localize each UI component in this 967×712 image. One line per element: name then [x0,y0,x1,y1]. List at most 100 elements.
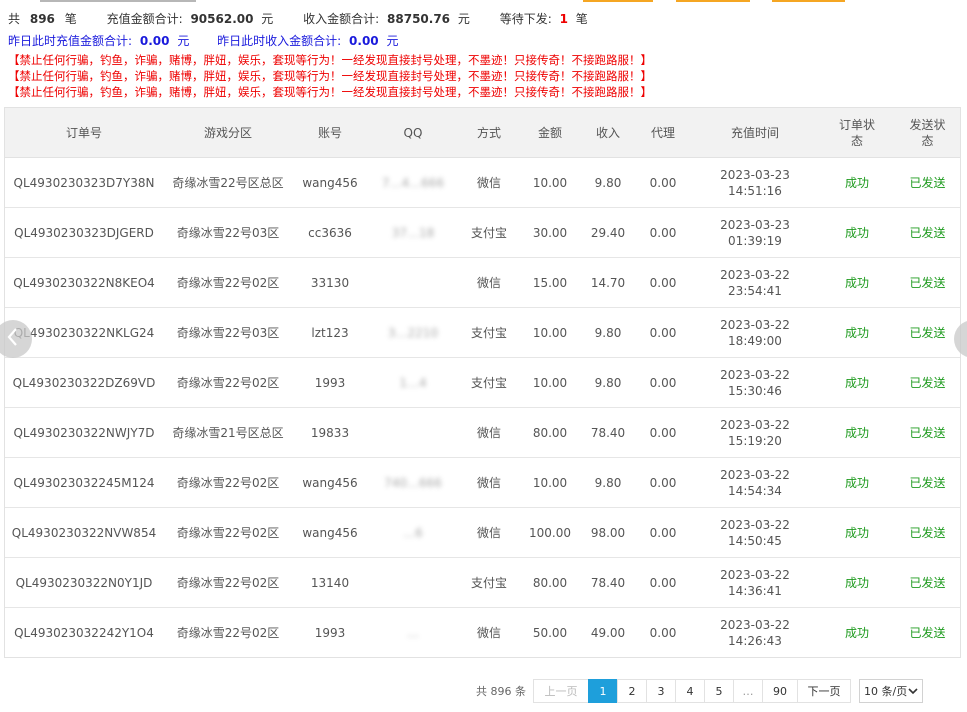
zone-text: 奇缘冰雪22号02区 [176,275,280,290]
send-status-cell: 已发送 [895,307,960,358]
account-text: 13140 [310,575,350,590]
order-status-text: 成功 [844,475,869,490]
income-cell: 49.00 [581,608,635,658]
zone-text: 奇缘冰雪21号区总区 [172,425,284,440]
payment-method-cell: 微信 [459,457,519,508]
yesterday-summary: 昨日此时充值金额合计: 0.00 元 昨日此时收入金额合计: 0.00 元 [8,32,398,49]
recharge-clock-time: 18:49:00 [728,333,782,348]
recharge-clock-time: 01:39:19 [728,233,782,248]
recharge-date: 2023-03-22 [720,417,790,432]
zone-cell: 奇缘冰雪22号02区 [163,608,293,658]
page-size-select[interactable]: 10 条/页 [859,679,923,703]
amount-cell: 100.00 [519,507,581,558]
order-status-cell: 成功 [819,457,895,508]
order-status-cell: 成功 [819,507,895,558]
send-status-cell: 已发送 [895,608,960,658]
recharge-time-cell: 2023-03-22 14:36:41 [691,557,819,608]
amount-text: 100.00 [529,525,571,540]
qq-text: 7…4…666 [381,175,445,190]
page-button-4[interactable]: 4 [675,679,705,703]
payment-method-text: 支付宝 [470,575,507,590]
income-cell: 98.00 [581,507,635,558]
account-cell: 19833 [293,407,367,458]
recharge-date: 2023-03-22 [720,617,790,632]
order-status-text: 成功 [844,575,869,590]
income-text: 98.00 [590,525,626,540]
amount-cell: 10.00 [519,307,581,358]
account-cell: wang456 [293,507,367,558]
warning-notices: 【禁止任何行骗，钓鱼，诈骗，赌博，胖妞，娱乐，套现等行为！一经发现直接封号处理，… [8,52,652,100]
page-button-5[interactable]: 5 [704,679,734,703]
account-text: wang456 [302,475,358,490]
income-cell: 78.40 [581,407,635,458]
income-text: 78.40 [590,575,626,590]
payment-method-cell: 微信 [459,507,519,558]
pagination-total: 共 896 条 [476,685,526,698]
table-row: QL4930230322NKLG24 奇缘冰雪22号03区 lzt123 3…2210… [5,307,960,358]
agent-cell: 0.00 [635,457,691,508]
order-id-text: QL4930230322N8KEO4 [13,275,155,290]
send-status-text: 已发送 [909,225,946,240]
top-toolbar-remnant-orange-1[interactable] [583,0,653,2]
account-text: 1993 [314,375,346,390]
pagination: 共 896 条 上一页 1 2 3 4 5 … 90 下一页 10 条/页 [476,678,923,704]
amount-text: 50.00 [532,625,568,640]
agent-text: 0.00 [649,375,677,390]
payment-method-text: 支付宝 [470,225,507,240]
total-unit: 笔 [64,12,77,26]
zone-text: 奇缘冰雪22号02区 [176,525,280,540]
page-button-last[interactable]: 90 [762,679,798,703]
order-status-text: 成功 [844,175,869,190]
account-cell: 1993 [293,357,367,408]
recharge-time-cell: 2023-03-22 14:50:45 [691,507,819,558]
order-status-cell: 成功 [819,157,895,208]
next-page-button[interactable]: 下一页 [797,679,851,703]
qq-text: 740…666 [384,475,442,490]
account-text: wang456 [302,525,358,540]
qq-text: …6 [403,525,423,540]
recharge-date: 2023-03-23 [720,167,790,182]
amount-text: 10.00 [532,325,568,340]
table-row: QL493023032245M124 奇缘冰雪22号02区 wang456 740…6… [5,457,960,508]
send-status-cell: 已发送 [895,507,960,558]
table-row: QL4930230322N0Y1JD 奇缘冰雪22号02区 13140 支付宝 80.0… [5,557,960,608]
top-toolbar-remnant-orange-3[interactable] [772,0,845,2]
recharge-clock-time: 14:51:16 [728,183,782,198]
prev-page-button[interactable]: 上一页 [533,679,589,703]
recharge-label: 充值金额合计: [106,12,183,26]
income-text: 49.00 [590,625,626,640]
page-button-1[interactable]: 1 [588,679,618,703]
recharge-date: 2023-03-23 [720,217,790,232]
recharge-date: 2023-03-22 [720,467,790,482]
amount-text: 30.00 [532,225,568,240]
yesterday-recharge-label: 昨日此时充值金额合计: [8,34,133,48]
send-status-cell: 已发送 [895,457,960,508]
agent-text: 0.00 [649,475,677,490]
page-button-2[interactable]: 2 [617,679,647,703]
amount-cell: 30.00 [519,207,581,258]
income-text: 78.40 [590,425,626,440]
top-toolbar-remnants [0,0,967,3]
account-cell: cc3636 [293,207,367,258]
table-row: QL493023032242Y1O4 奇缘冰雪22号02区 1993 … 微信 50.00… [5,608,960,658]
top-toolbar-remnant-orange-2[interactable] [676,0,750,2]
send-status-cell: 已发送 [895,357,960,408]
payment-method-cell: 微信 [459,257,519,308]
chevron-down-icon [908,685,918,698]
send-status-text: 已发送 [909,375,946,390]
agent-text: 0.00 [649,425,677,440]
zone-text: 奇缘冰雪22号02区 [176,375,280,390]
zone-cell: 奇缘冰雪22号03区 [163,307,293,358]
account-cell: lzt123 [293,307,367,358]
recharge-time-cell: 2023-03-23 01:39:19 [691,207,819,258]
income-text: 9.80 [594,325,622,340]
page-button-3[interactable]: 3 [646,679,676,703]
qq-cell [367,557,459,608]
recharge-clock-time: 15:19:20 [728,433,782,448]
recharge-clock-time: 14:36:41 [728,583,782,598]
account-text: 19833 [310,425,350,440]
payment-method-cell: 支付宝 [459,557,519,608]
page-size-value: 10 条/页 [864,685,908,698]
order-id-text: QL4930230323D7Y38N [13,175,155,190]
agent-text: 0.00 [649,325,677,340]
